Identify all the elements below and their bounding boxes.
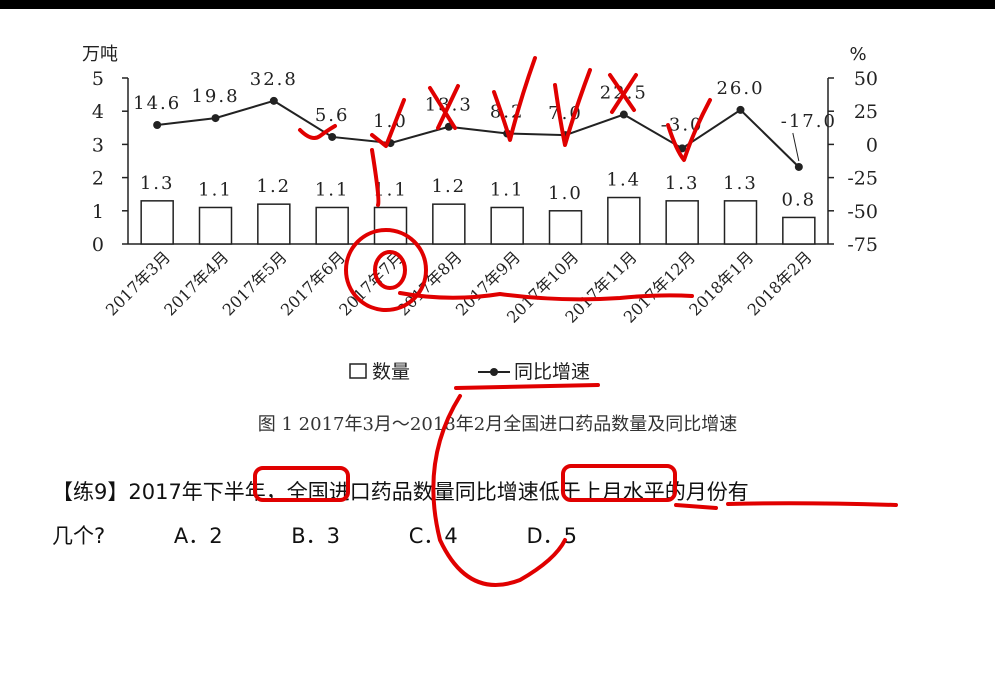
left-axis-unit: 万吨: [82, 44, 118, 65]
bar-value-label: 1.3: [723, 173, 758, 194]
growth-point-6: [444, 122, 453, 131]
legend-bar-label: 数量: [372, 361, 410, 383]
growth-point-5: [386, 139, 395, 148]
bar-6: [432, 203, 466, 245]
growth-value-label: 7.0: [548, 103, 583, 124]
growth-value-label: 19.8: [191, 86, 239, 107]
growth-value-label: 13.3: [425, 95, 473, 116]
right-tick-label: -75: [847, 234, 878, 256]
growth-point-9: [619, 110, 628, 119]
right-axis-unit: %: [849, 44, 866, 65]
bar-9: [607, 196, 641, 245]
chart-caption: 图 1 2017年3月～2018年2月全国进口药品数量及同比增速: [257, 414, 738, 435]
bar-value-label: 1.1: [198, 179, 233, 200]
growth-value-label: 22.5: [600, 83, 648, 104]
growth-point-7: [503, 129, 512, 138]
growth-point-4: [328, 132, 337, 141]
legend-line-label: 同比增速: [514, 361, 590, 383]
bar-1: [140, 200, 174, 245]
bar-7: [490, 206, 524, 245]
growth-value-label: 14.6: [133, 93, 181, 114]
bar-value-label: 1.3: [665, 173, 700, 194]
question-text-line2: 几个? A．2 B．3 C．4 D．5: [52, 514, 952, 558]
option-d[interactable]: D．5: [526, 514, 577, 558]
right-tick-label: 50: [854, 68, 878, 90]
bar-3: [257, 203, 291, 245]
bar-value-label: 1.0: [548, 183, 583, 204]
growth-value-label: 26.0: [716, 78, 764, 99]
bar-value-label: 1.4: [607, 170, 642, 191]
right-tick-label: 25: [854, 101, 878, 123]
legend-bar-swatch: [349, 363, 367, 379]
bar-12: [782, 216, 816, 245]
bar-4: [315, 206, 349, 245]
label-leader-line: [792, 132, 800, 162]
bar-5: [373, 206, 408, 245]
left-tick-label: 5: [92, 68, 104, 90]
option-b[interactable]: B．3: [291, 514, 340, 558]
right-tick-label: 0: [866, 134, 878, 156]
right-tick-label: -50: [847, 201, 878, 223]
growth-point-12: [794, 162, 803, 171]
left-tick-label: 4: [92, 101, 104, 123]
growth-value-label: -3.0: [661, 114, 704, 135]
growth-point-1: [153, 121, 162, 130]
growth-value-label: 5.6: [315, 105, 350, 126]
left-tick-label: 3: [92, 134, 104, 156]
left-tick-label: 0: [92, 234, 104, 256]
bar-8: [548, 210, 583, 245]
growth-point-10: [678, 144, 687, 153]
growth-value-label: 8.2: [490, 102, 525, 123]
chart: 012345万吨-75-50-2502550%1.32017年3月1.12017…: [82, 44, 878, 383]
question-block: 【练9】2017年下半年，全国进口药品数量同比增速低于上月水平的月份有 几个? …: [52, 470, 952, 558]
bar-2: [198, 206, 233, 245]
growth-point-8: [561, 131, 570, 140]
bar-value-label: 1.2: [432, 176, 467, 197]
right-tick-label: -25: [847, 168, 878, 190]
bar-value-label: 1.1: [490, 179, 525, 200]
bar-value-label: 0.8: [782, 189, 817, 210]
left-tick-label: 1: [92, 201, 104, 223]
growth-point-2: [211, 114, 220, 123]
bar-value-label: 1.1: [315, 179, 350, 200]
growth-value-label: 1.0: [373, 111, 408, 132]
left-tick-label: 2: [92, 168, 104, 190]
option-a[interactable]: A．2: [174, 514, 223, 558]
bar-value-label: 1.3: [140, 173, 175, 194]
growth-value-label: 32.8: [250, 69, 298, 90]
bar-11: [723, 200, 758, 245]
question-tail: 几个?: [52, 524, 106, 548]
growth-point-3: [269, 96, 278, 105]
question-text-line1: 【练9】2017年下半年，全国进口药品数量同比增速低于上月水平的月份有: [52, 480, 749, 504]
growth-value-label: -17.0: [781, 111, 837, 132]
bar-10: [665, 200, 699, 245]
bar-value-label: 1.2: [257, 176, 292, 197]
bar-value-label: 1.1: [373, 179, 408, 200]
option-c[interactable]: C．4: [409, 514, 458, 558]
legend-line-marker: [490, 368, 498, 376]
growth-point-11: [736, 105, 745, 114]
